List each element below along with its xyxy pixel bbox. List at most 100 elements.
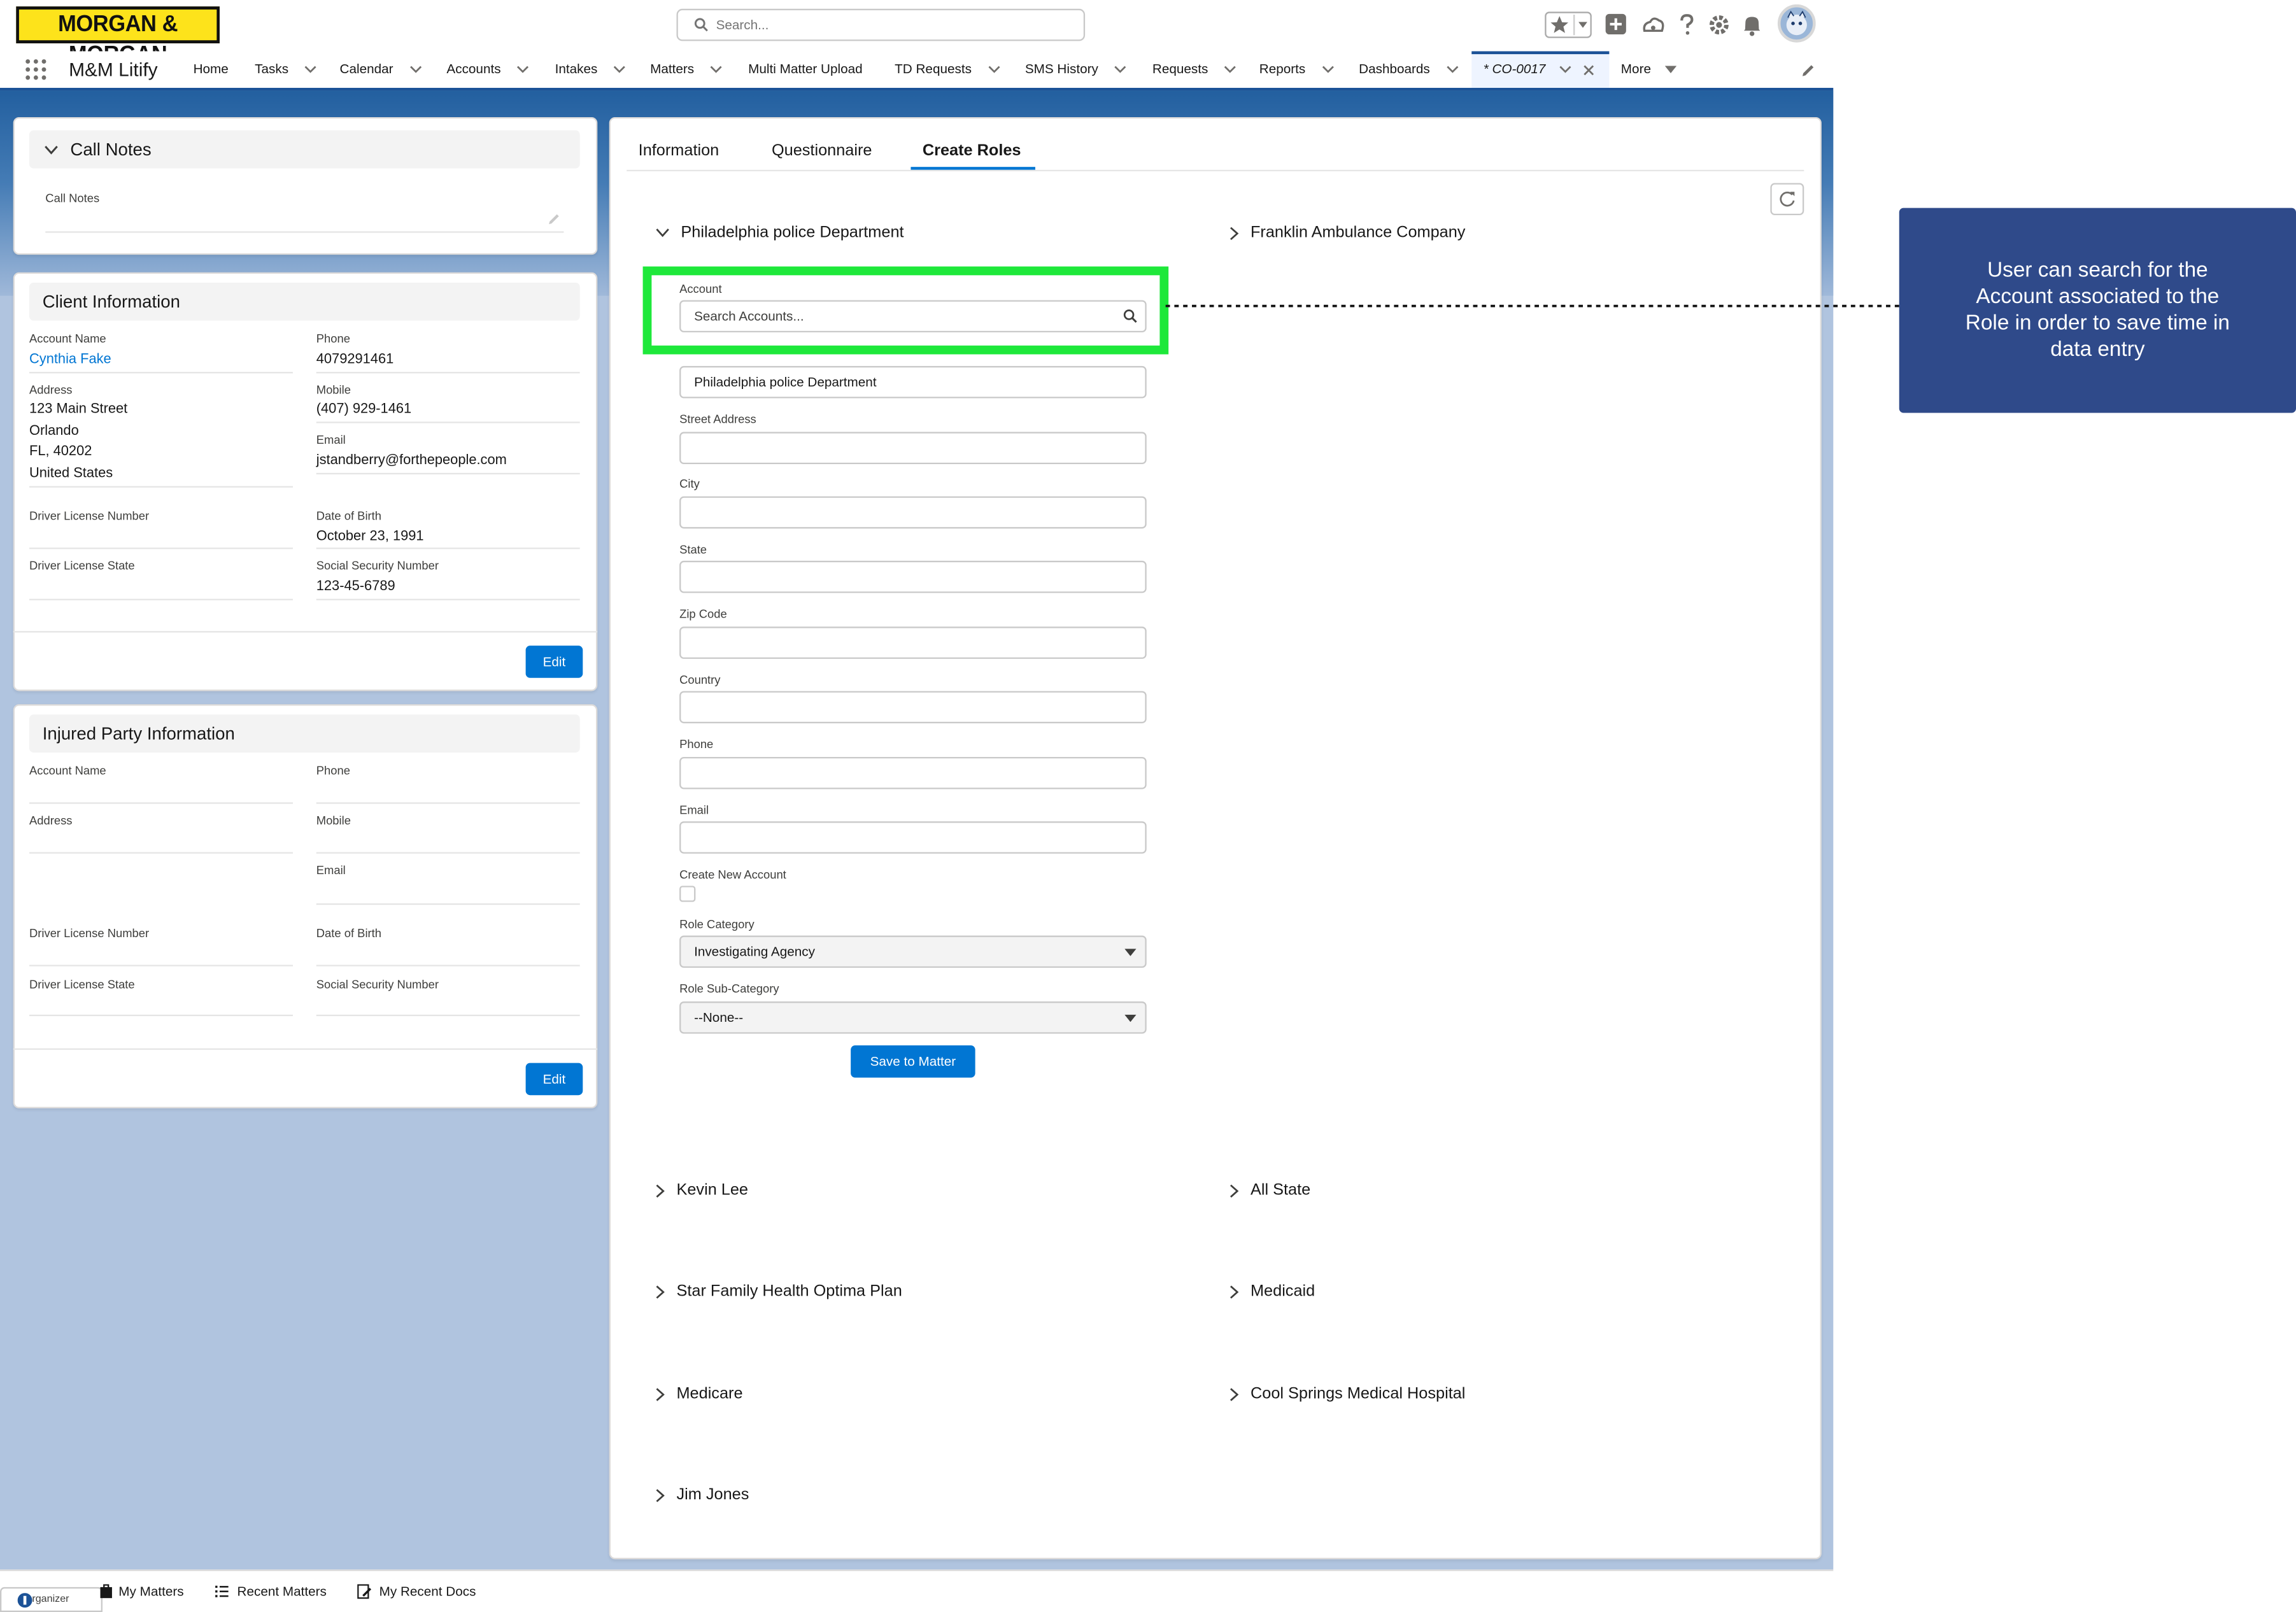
role-accordion-medicaid[interactable]: Medicaid: [1230, 1281, 1315, 1301]
nav-more[interactable]: More: [1621, 51, 1676, 87]
call-notes-section-header[interactable]: Call Notes: [29, 130, 580, 169]
tabs-divider: [627, 169, 1804, 172]
role-accordion-franklin[interactable]: Franklin Ambulance Company: [1230, 223, 1465, 243]
nav-label-calendar: Calendar: [339, 61, 393, 76]
utility-my-matters[interactable]: My Matters: [118, 1584, 183, 1600]
global-actions-plus-icon[interactable]: [1605, 13, 1630, 38]
chevron-down-icon[interactable]: [710, 66, 722, 73]
nav-item-td-requests[interactable]: TD Requests: [895, 51, 1000, 87]
tab-create-roles[interactable]: Create Roles: [923, 141, 1021, 161]
chevron-down-icon[interactable]: [613, 66, 625, 73]
divider: [29, 852, 293, 854]
nav-item-reports[interactable]: Reports: [1259, 51, 1333, 87]
ip-driver-license-number-label: Driver License Number: [29, 926, 150, 940]
divider: [316, 852, 580, 854]
app-name: M&M Litify: [69, 58, 158, 81]
phone-input[interactable]: [679, 756, 1147, 789]
state-label: State: [679, 543, 707, 556]
chevron-right-icon: [1230, 1184, 1239, 1198]
chevron-down-icon[interactable]: [988, 66, 1000, 73]
chevron-down-icon[interactable]: [304, 66, 316, 73]
role-subcategory-select[interactable]: --None--: [679, 1001, 1147, 1034]
nav-item-calendar[interactable]: Calendar: [340, 51, 422, 87]
card-footer-divider: [13, 631, 598, 633]
utility-my-recent-docs[interactable]: My Recent Docs: [379, 1584, 476, 1600]
card-footer-divider: [13, 1048, 598, 1050]
notifications-bell-icon[interactable]: [1741, 13, 1766, 38]
ip-account-name-label: Account Name: [29, 764, 106, 778]
chevron-down-icon[interactable]: [517, 66, 529, 73]
chevron-down-icon[interactable]: [1114, 66, 1126, 73]
setup-gear-icon[interactable]: [1707, 13, 1732, 38]
street-address-input[interactable]: [679, 432, 1147, 465]
divider: [29, 802, 293, 804]
edit-pencil-icon[interactable]: [548, 212, 561, 225]
role-accordion-kevin-lee[interactable]: Kevin Lee: [656, 1180, 748, 1201]
close-tab-icon[interactable]: [1582, 64, 1594, 75]
tab-questionnaire[interactable]: Questionnaire: [772, 141, 872, 161]
nav-item-intakes[interactable]: Intakes: [555, 51, 625, 87]
injured-party-edit-button[interactable]: Edit: [525, 1063, 583, 1096]
help-question-icon[interactable]: [1676, 13, 1701, 38]
role-accordion-star-family[interactable]: Star Family Health Optima Plan: [656, 1281, 902, 1301]
utility-recent-matters[interactable]: Recent Matters: [237, 1584, 327, 1600]
driver-license-number-label: Driver License Number: [29, 509, 150, 523]
tab-information[interactable]: Information: [639, 141, 719, 161]
ip-driver-license-state-label: Driver License State: [29, 978, 135, 991]
nav-label-reports: Reports: [1259, 61, 1306, 76]
divider: [316, 965, 580, 966]
nav-item-sms-history[interactable]: SMS History: [1025, 51, 1126, 87]
nav-item-dashboards[interactable]: Dashboards: [1359, 51, 1458, 87]
save-to-matter-button[interactable]: Save to Matter: [851, 1045, 975, 1078]
party-name-value: Philadelphia police Department: [694, 374, 877, 390]
zip-code-input[interactable]: [679, 626, 1147, 659]
role-accordion-philadelphia[interactable]: Philadelphia police Department: [656, 223, 904, 243]
client-edit-button[interactable]: Edit: [525, 646, 583, 678]
role-accordion-cool-springs[interactable]: Cool Springs Medical Hospital: [1230, 1383, 1466, 1404]
party-name-input[interactable]: Philadelphia police Department: [679, 365, 1147, 399]
nav-item-tasks[interactable]: Tasks: [255, 51, 316, 87]
ip-ssn-label: Social Security Number: [316, 978, 439, 991]
create-new-account-checkbox[interactable]: [679, 886, 696, 902]
chevron-down-icon[interactable]: [1446, 66, 1458, 73]
nav-item-accounts[interactable]: Accounts: [446, 51, 529, 87]
refresh-button[interactable]: [1770, 183, 1804, 216]
nav-item-multi-matter-upload[interactable]: Multi Matter Upload: [748, 51, 862, 87]
document-edit-icon: [357, 1584, 372, 1599]
trailhead-cloud-icon[interactable]: [1641, 13, 1666, 38]
role-accordion-medicare[interactable]: Medicare: [656, 1383, 743, 1404]
chevron-down-icon[interactable]: [1321, 66, 1333, 73]
nav-item-requests[interactable]: Requests: [1152, 51, 1236, 87]
nav-label-matters: Matters: [650, 61, 695, 76]
global-search-placeholder: Search...: [716, 17, 769, 32]
edit-nav-pencil-icon[interactable]: [1801, 63, 1816, 78]
email-input[interactable]: [679, 821, 1147, 854]
organizer-widget[interactable]: organizer: [0, 1587, 103, 1612]
role-title: Cool Springs Medical Hospital: [1250, 1385, 1466, 1403]
divider: [29, 598, 293, 600]
role-accordion-all-state[interactable]: All State: [1230, 1180, 1310, 1201]
chevron-down-icon[interactable]: [1559, 66, 1571, 73]
favorites-star-icon[interactable]: [1545, 11, 1592, 38]
chevron-down-icon[interactable]: [44, 145, 59, 155]
user-avatar[interactable]: [1777, 4, 1816, 43]
chevron-down-icon[interactable]: [409, 66, 422, 73]
nav-item-matters[interactable]: Matters: [650, 51, 722, 87]
city-input[interactable]: [679, 496, 1147, 529]
caret-down-icon[interactable]: [1664, 66, 1676, 74]
refresh-icon: [1780, 192, 1795, 207]
company-logo[interactable]: MORGAN & MORGAN: [16, 6, 220, 68]
state-input[interactable]: [679, 560, 1147, 593]
role-category-select[interactable]: Investigating Agency: [679, 935, 1147, 968]
global-search-input[interactable]: Search...: [676, 8, 1086, 41]
role-accordion-jim-jones[interactable]: Jim Jones: [656, 1485, 749, 1505]
divider: [316, 802, 580, 804]
account-name-link[interactable]: Cynthia Fake: [29, 350, 111, 371]
app-launcher-icon[interactable]: [25, 59, 46, 80]
country-input[interactable]: [679, 691, 1147, 724]
nav-item-home[interactable]: Home: [194, 51, 229, 87]
chevron-down-icon[interactable]: [1224, 66, 1236, 73]
active-record-tab-label[interactable]: * CO-0017: [1484, 51, 1594, 87]
ip-email-label: Email: [316, 863, 346, 877]
nav-more-label: More: [1620, 61, 1651, 76]
